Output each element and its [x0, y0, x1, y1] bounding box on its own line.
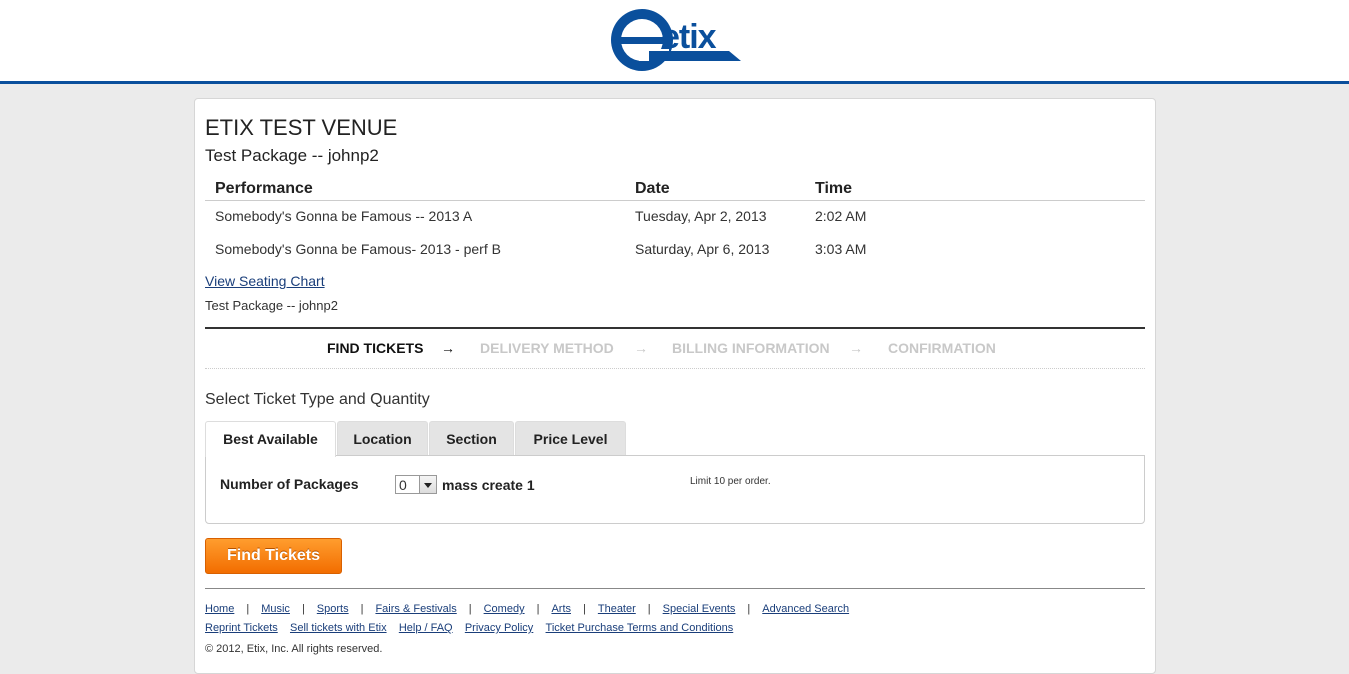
footer-link-advanced-search[interactable]: Advanced Search [762, 603, 849, 615]
footer-links-primary: Home | Music | Sports | Fairs & Festivals | Come… [205, 603, 849, 615]
footer-link-sports[interactable]: Sports [317, 603, 349, 615]
footer-link-music[interactable]: Music [261, 603, 290, 615]
footer-link-reprint-tickets[interactable]: Reprint Tickets [205, 622, 278, 634]
package-name: mass create 1 [442, 477, 535, 493]
step-arrow-icon: → [849, 340, 863, 356]
footer-links-secondary: Reprint Tickets Sell tickets with Etix H… [205, 622, 733, 634]
step-arrow-icon: → [441, 340, 455, 356]
footer-separator: | [747, 603, 751, 615]
performance-time: 2:02 AM [815, 208, 867, 224]
footer-link-sell-tickets[interactable]: Sell tickets with Etix [290, 622, 387, 634]
tab-best-available[interactable]: Best Available [205, 421, 336, 457]
performance-name: Somebody's Gonna be Famous -- 2013 A [215, 208, 473, 224]
footer-link-home[interactable]: Home [205, 603, 234, 615]
performance-date: Saturday, Apr 6, 2013 [635, 241, 770, 257]
limit-note: Limit 10 per order. [690, 476, 771, 487]
column-header-date: Date [635, 180, 670, 197]
tab-price-level[interactable]: Price Level [515, 421, 626, 456]
footer-link-comedy[interactable]: Comedy [484, 603, 525, 615]
steps-divider-bottom [205, 368, 1145, 369]
performance-time: 3:03 AM [815, 241, 867, 257]
package-title: Test Package -- johnp2 [205, 146, 379, 165]
footer-divider [205, 588, 1145, 589]
venue-title: ETIX TEST VENUE [205, 115, 398, 140]
footer-separator: | [468, 603, 472, 615]
tab-location[interactable]: Location [337, 421, 428, 456]
etix-logo[interactable]: etix [609, 5, 741, 75]
footer-separator: | [246, 603, 250, 615]
package-note: Test Package -- johnp2 [205, 298, 338, 313]
logo-wordmark: etix [661, 18, 717, 56]
step-find-tickets: FIND TICKETS [327, 340, 424, 356]
footer-link-special-events[interactable]: Special Events [663, 603, 736, 615]
performance-table: Performance Date Time Somebody's Gonna b… [205, 178, 1145, 267]
step-delivery-method: DELIVERY METHOD [480, 340, 614, 356]
tab-section[interactable]: Section [429, 421, 514, 456]
footer-link-theater[interactable]: Theater [598, 603, 636, 615]
footer-link-fairs-festivals[interactable]: Fairs & Festivals [375, 603, 456, 615]
quantity-label: Number of Packages [220, 476, 359, 492]
quantity-select[interactable]: 0 [395, 475, 437, 494]
step-billing-information: BILLING INFORMATION [672, 340, 830, 356]
quantity-value: 0 [399, 477, 407, 493]
footer-link-help-faq[interactable]: Help / FAQ [399, 622, 453, 634]
copyright: © 2012, Etix, Inc. All rights reserved. [205, 643, 383, 655]
steps-divider-top [205, 327, 1145, 329]
table-row: Somebody's Gonna be Famous -- 2013 A Tue… [205, 201, 1145, 234]
performance-date: Tuesday, Apr 2, 2013 [635, 208, 767, 224]
table-row: Somebody's Gonna be Famous- 2013 - perf … [205, 234, 1145, 267]
footer-separator: | [301, 603, 305, 615]
site-header: etix [0, 0, 1349, 84]
find-tickets-button[interactable]: Find Tickets [205, 538, 342, 574]
footer-link-terms[interactable]: Ticket Purchase Terms and Conditions [546, 622, 734, 634]
chevron-down-icon[interactable] [419, 476, 436, 493]
footer-link-arts[interactable]: Arts [551, 603, 571, 615]
performance-name: Somebody's Gonna be Famous- 2013 - perf … [215, 241, 501, 257]
view-seating-chart-link[interactable]: View Seating Chart [205, 273, 325, 289]
footer-separator: | [583, 603, 586, 615]
step-arrow-icon: → [634, 340, 648, 356]
step-confirmation: CONFIRMATION [888, 340, 996, 356]
select-ticket-heading: Select Ticket Type and Quantity [205, 391, 430, 408]
performance-table-header: Performance Date Time [205, 178, 1145, 201]
footer-link-privacy-policy[interactable]: Privacy Policy [465, 622, 533, 634]
footer-separator: | [536, 603, 540, 615]
column-header-time: Time [815, 180, 853, 197]
footer-separator: | [647, 603, 651, 615]
checkout-steps: FIND TICKETS → DELIVERY METHOD → BILLING… [205, 340, 1145, 360]
footer-separator: | [360, 603, 364, 615]
column-header-performance: Performance [215, 180, 313, 197]
